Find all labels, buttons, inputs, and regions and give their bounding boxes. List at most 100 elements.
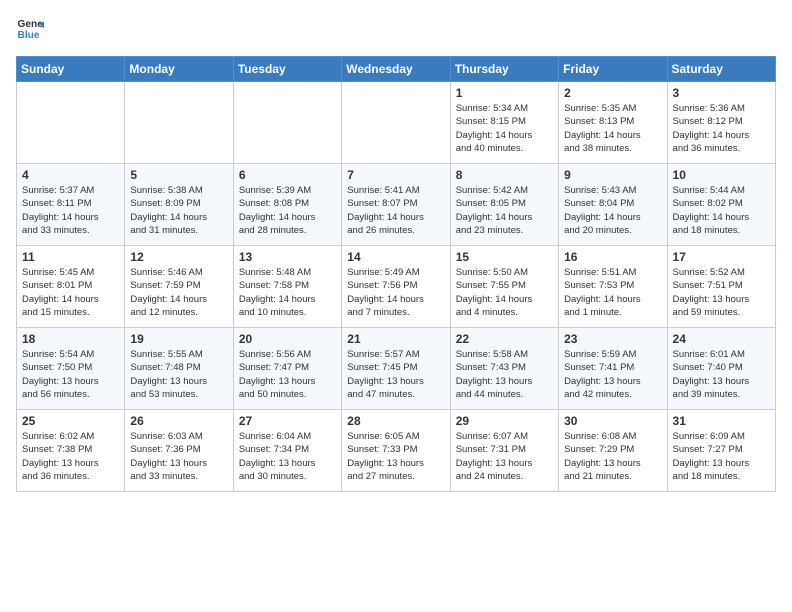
day-number: 13 xyxy=(239,250,336,264)
day-number: 30 xyxy=(564,414,661,428)
day-cell: 28 Sunrise: 6:05 AM Sunset: 7:33 PM Dayli… xyxy=(342,410,450,492)
day-info: Sunrise: 5:36 AM Sunset: 8:12 PM Dayligh… xyxy=(673,102,770,155)
day-cell: 1 Sunrise: 5:34 AM Sunset: 8:15 PM Daylig… xyxy=(450,82,558,164)
day-number: 3 xyxy=(673,86,770,100)
day-number: 25 xyxy=(22,414,119,428)
day-cell xyxy=(125,82,233,164)
weekday-header-tuesday: Tuesday xyxy=(233,57,341,82)
day-info: Sunrise: 5:55 AM Sunset: 7:48 PM Dayligh… xyxy=(130,348,227,401)
day-info: Sunrise: 5:34 AM Sunset: 8:15 PM Dayligh… xyxy=(456,102,553,155)
day-info: Sunrise: 5:51 AM Sunset: 7:53 PM Dayligh… xyxy=(564,266,661,319)
weekday-header-friday: Friday xyxy=(559,57,667,82)
day-number: 15 xyxy=(456,250,553,264)
header: General Blue xyxy=(16,16,776,44)
day-info: Sunrise: 6:05 AM Sunset: 7:33 PM Dayligh… xyxy=(347,430,444,483)
day-number: 20 xyxy=(239,332,336,346)
day-cell: 3 Sunrise: 5:36 AM Sunset: 8:12 PM Daylig… xyxy=(667,82,775,164)
day-cell: 22 Sunrise: 5:58 AM Sunset: 7:43 PM Dayli… xyxy=(450,328,558,410)
day-info: Sunrise: 5:56 AM Sunset: 7:47 PM Dayligh… xyxy=(239,348,336,401)
day-number: 7 xyxy=(347,168,444,182)
day-info: Sunrise: 6:01 AM Sunset: 7:40 PM Dayligh… xyxy=(673,348,770,401)
day-number: 24 xyxy=(673,332,770,346)
day-number: 23 xyxy=(564,332,661,346)
day-cell: 26Sunrise: 6:03 AM Sunset: 7:36 PM Dayli… xyxy=(125,410,233,492)
day-cell: 6Sunrise: 5:39 AM Sunset: 8:08 PM Daylig… xyxy=(233,164,341,246)
day-cell xyxy=(342,82,450,164)
day-cell: 25 Sunrise: 6:02 AM Sunset: 7:38 PM Dayli… xyxy=(17,410,125,492)
day-cell xyxy=(233,82,341,164)
day-number: 28 xyxy=(347,414,444,428)
day-cell: 31 Sunrise: 6:09 AM Sunset: 7:27 PM Dayli… xyxy=(667,410,775,492)
day-cell: 9 Sunrise: 5:43 AM Sunset: 8:04 PM Daylig… xyxy=(559,164,667,246)
day-number: 22 xyxy=(456,332,553,346)
weekday-header-monday: Monday xyxy=(125,57,233,82)
day-cell: 15 Sunrise: 5:50 AM Sunset: 7:55 PM Dayli… xyxy=(450,246,558,328)
day-cell: 14 Sunrise: 5:49 AM Sunset: 7:56 PM Dayli… xyxy=(342,246,450,328)
day-info: Sunrise: 5:41 AM Sunset: 8:07 PM Dayligh… xyxy=(347,184,444,237)
day-number: 29 xyxy=(456,414,553,428)
day-cell: 17 Sunrise: 5:52 AM Sunset: 7:51 PM Dayli… xyxy=(667,246,775,328)
day-number: 10 xyxy=(673,168,770,182)
weekday-header-thursday: Thursday xyxy=(450,57,558,82)
day-info: Sunrise: 6:04 AM Sunset: 7:34 PM Dayligh… xyxy=(239,430,336,483)
day-info: Sunrise: 5:44 AM Sunset: 8:02 PM Dayligh… xyxy=(673,184,770,237)
day-info: Sunrise: 5:46 AM Sunset: 7:59 PM Dayligh… xyxy=(130,266,227,319)
day-cell: 7 Sunrise: 5:41 AM Sunset: 8:07 PM Daylig… xyxy=(342,164,450,246)
week-row-5: 25 Sunrise: 6:02 AM Sunset: 7:38 PM Dayli… xyxy=(17,410,776,492)
day-cell: 29 Sunrise: 6:07 AM Sunset: 7:31 PM Dayli… xyxy=(450,410,558,492)
day-info: Sunrise: 5:48 AM Sunset: 7:58 PM Dayligh… xyxy=(239,266,336,319)
day-info: Sunrise: 5:58 AM Sunset: 7:43 PM Dayligh… xyxy=(456,348,553,401)
day-cell: 21 Sunrise: 5:57 AM Sunset: 7:45 PM Dayli… xyxy=(342,328,450,410)
day-cell: 13 Sunrise: 5:48 AM Sunset: 7:58 PM Dayli… xyxy=(233,246,341,328)
day-cell: 12 Sunrise: 5:46 AM Sunset: 7:59 PM Dayli… xyxy=(125,246,233,328)
day-info: Sunrise: 5:35 AM Sunset: 8:13 PM Dayligh… xyxy=(564,102,661,155)
weekday-header-wednesday: Wednesday xyxy=(342,57,450,82)
day-info: Sunrise: 5:52 AM Sunset: 7:51 PM Dayligh… xyxy=(673,266,770,319)
day-number: 6 xyxy=(239,168,336,182)
day-info: Sunrise: 6:07 AM Sunset: 7:31 PM Dayligh… xyxy=(456,430,553,483)
day-number: 1 xyxy=(456,86,553,100)
day-cell: 27 Sunrise: 6:04 AM Sunset: 7:34 PM Dayli… xyxy=(233,410,341,492)
day-cell: 16 Sunrise: 5:51 AM Sunset: 7:53 PM Dayli… xyxy=(559,246,667,328)
day-cell xyxy=(17,82,125,164)
day-number: 27 xyxy=(239,414,336,428)
svg-text:Blue: Blue xyxy=(18,30,40,41)
day-info: Sunrise: 5:38 AM Sunset: 8:09 PM Dayligh… xyxy=(130,184,227,237)
day-info: Sunrise: 5:50 AM Sunset: 7:55 PM Dayligh… xyxy=(456,266,553,319)
day-cell: 2Sunrise: 5:35 AM Sunset: 8:13 PM Daylig… xyxy=(559,82,667,164)
logo-icon: General Blue xyxy=(16,16,44,44)
day-number: 21 xyxy=(347,332,444,346)
day-number: 17 xyxy=(673,250,770,264)
calendar-table: SundayMondayTuesdayWednesdayThursdayFrid… xyxy=(16,56,776,492)
day-info: Sunrise: 5:54 AM Sunset: 7:50 PM Dayligh… xyxy=(22,348,119,401)
day-cell: 20 Sunrise: 5:56 AM Sunset: 7:47 PM Dayli… xyxy=(233,328,341,410)
weekday-header-row: SundayMondayTuesdayWednesdayThursdayFrid… xyxy=(17,57,776,82)
week-row-4: 18Sunrise: 5:54 AM Sunset: 7:50 PM Dayli… xyxy=(17,328,776,410)
day-info: Sunrise: 6:08 AM Sunset: 7:29 PM Dayligh… xyxy=(564,430,661,483)
day-number: 4 xyxy=(22,168,119,182)
day-info: Sunrise: 5:42 AM Sunset: 8:05 PM Dayligh… xyxy=(456,184,553,237)
day-info: Sunrise: 6:02 AM Sunset: 7:38 PM Dayligh… xyxy=(22,430,119,483)
day-cell: 4Sunrise: 5:37 AM Sunset: 8:11 PM Daylig… xyxy=(17,164,125,246)
day-cell: 10 Sunrise: 5:44 AM Sunset: 8:02 PM Dayli… xyxy=(667,164,775,246)
week-row-2: 4Sunrise: 5:37 AM Sunset: 8:11 PM Daylig… xyxy=(17,164,776,246)
day-info: Sunrise: 6:09 AM Sunset: 7:27 PM Dayligh… xyxy=(673,430,770,483)
day-number: 8 xyxy=(456,168,553,182)
day-info: Sunrise: 5:57 AM Sunset: 7:45 PM Dayligh… xyxy=(347,348,444,401)
day-cell: 11 Sunrise: 5:45 AM Sunset: 8:01 PM Dayli… xyxy=(17,246,125,328)
day-cell: 18Sunrise: 5:54 AM Sunset: 7:50 PM Dayli… xyxy=(17,328,125,410)
day-info: Sunrise: 6:03 AM Sunset: 7:36 PM Dayligh… xyxy=(130,430,227,483)
week-row-1: 1 Sunrise: 5:34 AM Sunset: 8:15 PM Daylig… xyxy=(17,82,776,164)
day-number: 9 xyxy=(564,168,661,182)
day-info: Sunrise: 5:45 AM Sunset: 8:01 PM Dayligh… xyxy=(22,266,119,319)
day-number: 12 xyxy=(130,250,227,264)
day-number: 5 xyxy=(130,168,227,182)
day-info: Sunrise: 5:49 AM Sunset: 7:56 PM Dayligh… xyxy=(347,266,444,319)
day-number: 16 xyxy=(564,250,661,264)
day-number: 31 xyxy=(673,414,770,428)
day-number: 11 xyxy=(22,250,119,264)
weekday-header-saturday: Saturday xyxy=(667,57,775,82)
day-number: 14 xyxy=(347,250,444,264)
day-cell: 24 Sunrise: 6:01 AM Sunset: 7:40 PM Dayli… xyxy=(667,328,775,410)
day-info: Sunrise: 5:43 AM Sunset: 8:04 PM Dayligh… xyxy=(564,184,661,237)
